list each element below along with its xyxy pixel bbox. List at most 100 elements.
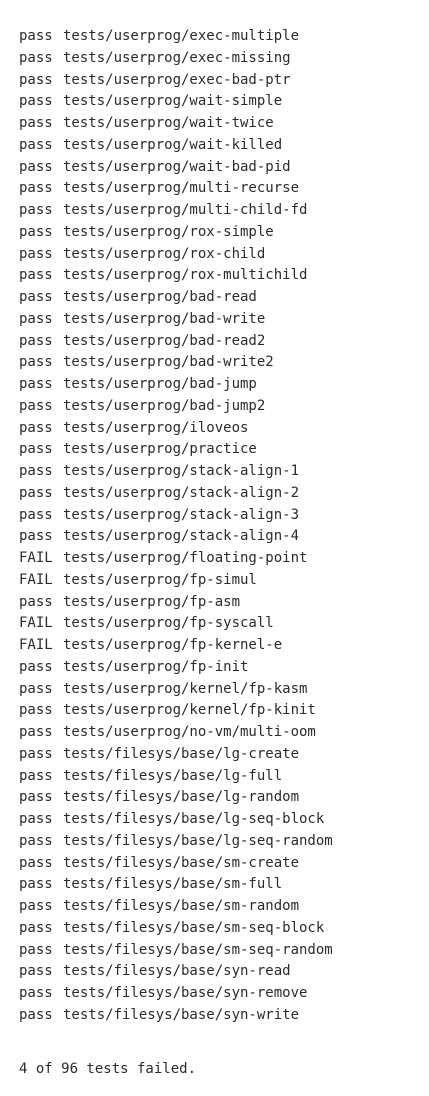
test-status: pass xyxy=(19,832,53,849)
test-status: pass xyxy=(19,593,53,610)
test-result-line: pass tests/userprog/kernel/fp-kinit xyxy=(19,700,419,722)
test-status: pass xyxy=(19,267,53,284)
test-path: tests/filesys/base/syn-remove xyxy=(63,985,308,1001)
test-result-line: pass tests/userprog/wait-bad-pid xyxy=(19,157,419,179)
test-result-line: pass tests/userprog/rox-simple xyxy=(19,222,419,244)
test-path: tests/userprog/wait-bad-pid xyxy=(63,158,291,175)
test-result-line: pass tests/userprog/wait-twice xyxy=(19,113,419,135)
test-path: tests/filesys/base/lg-create xyxy=(63,745,300,762)
test-path: tests/userprog/exec-missing xyxy=(63,49,291,66)
test-path: tests/userprog/iloveos xyxy=(63,419,249,436)
test-result-line: pass tests/filesys/base/syn-write xyxy=(19,1005,419,1027)
test-path: tests/userprog/stack-align-2 xyxy=(63,484,300,501)
test-result-line: pass tests/userprog/bad-write2 xyxy=(19,352,419,374)
test-result-line: pass tests/filesys/base/lg-full xyxy=(19,766,419,788)
test-status: pass xyxy=(19,136,53,153)
test-path: tests/userprog/bad-read2 xyxy=(63,332,266,349)
test-result-line: pass tests/userprog/bad-read2 xyxy=(19,331,419,353)
test-path: tests/userprog/bad-read xyxy=(63,289,257,305)
test-status: pass xyxy=(19,93,53,110)
test-status: pass xyxy=(19,180,53,197)
test-path: tests/userprog/stack-align-1 xyxy=(63,463,300,479)
test-status: FAIL xyxy=(19,571,53,588)
test-path: tests/userprog/no-vm/multi-oom xyxy=(63,724,316,740)
test-summary: 4 of 96 tests failed. xyxy=(19,1060,197,1077)
test-status: pass xyxy=(19,506,53,523)
test-path: tests/filesys/base/sm-create xyxy=(63,854,300,871)
test-result-line: pass tests/filesys/base/sm-seq-random xyxy=(19,940,419,962)
test-result-line: pass tests/filesys/base/lg-seq-block xyxy=(19,809,419,831)
test-path: tests/userprog/multi-recurse xyxy=(63,180,300,197)
test-status: FAIL xyxy=(19,637,53,653)
test-status: pass xyxy=(19,898,53,914)
test-path: tests/userprog/rox-simple xyxy=(63,223,274,240)
test-path: tests/userprog/fp-init xyxy=(63,658,249,675)
test-status: pass xyxy=(19,1006,53,1023)
test-status: pass xyxy=(19,854,53,871)
test-result-line: pass tests/userprog/rox-multichild xyxy=(19,265,419,287)
test-status: pass xyxy=(19,745,53,762)
test-status: pass xyxy=(19,724,53,740)
test-path: tests/userprog/stack-align-4 xyxy=(63,528,300,545)
test-path: tests/filesys/base/lg-random xyxy=(63,789,300,806)
test-status: pass xyxy=(19,702,53,719)
test-result-line: pass tests/userprog/iloveos xyxy=(19,418,419,440)
test-result-line: pass tests/userprog/wait-simple xyxy=(19,91,419,113)
test-status: pass xyxy=(19,680,53,697)
test-status: pass xyxy=(19,658,53,675)
test-result-line: pass tests/userprog/stack-align-3 xyxy=(19,505,419,527)
test-status: pass xyxy=(19,419,53,436)
test-result-line: pass tests/userprog/stack-align-4 xyxy=(19,526,419,548)
test-status: FAIL xyxy=(19,550,53,566)
test-path: tests/filesys/base/lg-seq-block xyxy=(63,811,325,827)
test-path: tests/userprog/multi-child-fd xyxy=(63,202,308,218)
test-result-line: pass tests/filesys/base/sm-seq-block xyxy=(19,918,419,940)
test-status: pass xyxy=(19,310,53,327)
test-result-line: pass tests/userprog/kernel/fp-kasm xyxy=(19,679,419,701)
test-path: tests/userprog/practice xyxy=(63,441,257,458)
test-status: pass xyxy=(19,71,53,88)
test-result-line: pass tests/filesys/base/lg-seq-random xyxy=(19,831,419,853)
test-result-line: FAIL tests/userprog/floating-point xyxy=(19,548,419,570)
test-path: tests/userprog/floating-point xyxy=(63,550,308,566)
test-path: tests/userprog/fp-kernel-e xyxy=(63,637,283,653)
test-path: tests/userprog/exec-multiple xyxy=(63,28,300,44)
test-path: tests/userprog/wait-twice xyxy=(63,115,274,131)
test-result-line: pass tests/userprog/bad-jump xyxy=(19,374,419,396)
test-status: pass xyxy=(19,811,53,827)
terminal-output: pass tests/userprog/exec-multiple pass test… xyxy=(19,0,419,1096)
test-path: tests/filesys/base/syn-read xyxy=(63,963,291,980)
test-status: pass xyxy=(19,963,53,980)
test-result-line: pass tests/filesys/base/syn-remove xyxy=(19,983,419,1005)
test-status: pass xyxy=(19,245,53,262)
test-result-line: pass tests/filesys/base/syn-read xyxy=(19,961,419,983)
test-result-line: pass tests/filesys/base/lg-random xyxy=(19,787,419,809)
test-status: pass xyxy=(19,484,53,501)
test-status: pass xyxy=(19,441,53,458)
test-path: tests/userprog/bad-write xyxy=(63,310,266,327)
test-path: tests/userprog/bad-write2 xyxy=(63,354,274,371)
test-path: tests/userprog/bad-jump2 xyxy=(63,397,266,414)
test-result-line: pass tests/filesys/base/sm-random xyxy=(19,896,419,918)
test-status: pass xyxy=(19,876,53,893)
test-result-line: FAIL tests/userprog/fp-simul xyxy=(19,570,419,592)
test-result-line: FAIL tests/userprog/fp-syscall xyxy=(19,613,419,635)
test-status: FAIL xyxy=(19,615,53,632)
test-result-line: pass tests/userprog/exec-bad-ptr xyxy=(19,70,419,92)
test-result-line: pass tests/userprog/exec-missing xyxy=(19,48,419,70)
test-status: pass xyxy=(19,158,53,175)
test-status: pass xyxy=(19,528,53,545)
test-path: tests/filesys/base/lg-seq-random xyxy=(63,832,333,849)
test-status: pass xyxy=(19,115,53,131)
test-result-line: pass tests/filesys/base/lg-create xyxy=(19,744,419,766)
test-path: tests/userprog/wait-killed xyxy=(63,136,283,153)
test-status: pass xyxy=(19,919,53,936)
test-path: tests/filesys/base/sm-seq-random xyxy=(63,941,333,958)
test-results-list: pass tests/userprog/exec-multiple pass test… xyxy=(19,26,419,1027)
test-status: pass xyxy=(19,397,53,414)
test-result-line: pass tests/userprog/no-vm/multi-oom xyxy=(19,722,419,744)
test-status: pass xyxy=(19,789,53,806)
test-result-line: pass tests/userprog/rox-child xyxy=(19,244,419,266)
test-result-line: pass tests/userprog/fp-init xyxy=(19,657,419,679)
test-path: tests/userprog/rox-child xyxy=(63,245,266,262)
